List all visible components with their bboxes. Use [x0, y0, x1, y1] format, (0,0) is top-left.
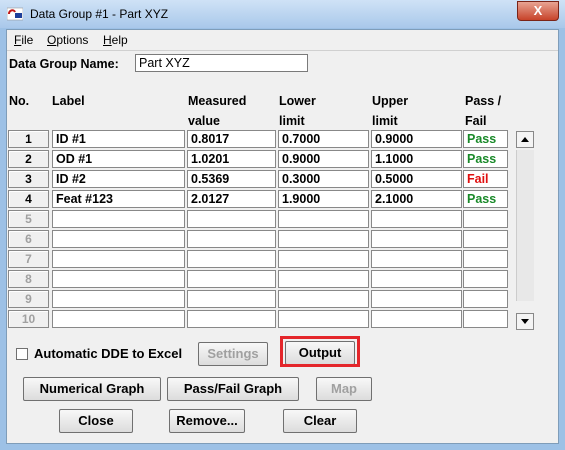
- window-title: Data Group #1 - Part XYZ: [30, 7, 169, 21]
- header-pass-fail: Pass / Fail: [465, 94, 502, 128]
- cell-measured[interactable]: [187, 270, 276, 288]
- header-upper: Upper limit: [372, 94, 409, 128]
- auto-dde-checkbox[interactable]: [16, 348, 28, 360]
- cell-lower[interactable]: [278, 270, 369, 288]
- row-number[interactable]: 8: [8, 270, 49, 288]
- cell-lower[interactable]: [278, 310, 369, 328]
- row-number[interactable]: 7: [8, 250, 49, 268]
- cell-pass-fail[interactable]: [463, 230, 508, 248]
- cell-measured[interactable]: 1.0201: [187, 150, 276, 168]
- scroll-down-button[interactable]: [516, 313, 534, 330]
- cell-upper[interactable]: [371, 310, 462, 328]
- row-number[interactable]: 2: [8, 150, 49, 168]
- cell-pass-fail[interactable]: [463, 290, 508, 308]
- cell-label[interactable]: Feat #123: [52, 190, 185, 208]
- row-number[interactable]: 5: [8, 210, 49, 228]
- cell-lower[interactable]: 0.3000: [278, 170, 369, 188]
- row-number[interactable]: 1: [8, 130, 49, 148]
- remove-button[interactable]: Remove...: [169, 409, 245, 433]
- pass-fail-graph-button[interactable]: Pass/Fail Graph: [167, 377, 299, 401]
- cell-measured[interactable]: [187, 210, 276, 228]
- cell-label[interactable]: [52, 250, 185, 268]
- menu-options[interactable]: Options: [47, 33, 88, 47]
- cell-pass-fail[interactable]: Fail: [463, 170, 508, 188]
- settings-button[interactable]: Settings: [198, 342, 268, 366]
- cell-measured[interactable]: [187, 310, 276, 328]
- dialog-client: File Options Help Data Group Name: Part …: [6, 29, 559, 444]
- menu-help[interactable]: Help: [103, 33, 128, 47]
- scroll-up-button[interactable]: [516, 131, 534, 148]
- window-close-button[interactable]: X: [517, 1, 559, 21]
- cell-upper[interactable]: [371, 270, 462, 288]
- cell-label[interactable]: ID #1: [52, 130, 185, 148]
- cell-label[interactable]: [52, 310, 185, 328]
- header-label: Label: [52, 94, 85, 108]
- cell-lower[interactable]: [278, 210, 369, 228]
- cell-label[interactable]: OD #1: [52, 150, 185, 168]
- close-button[interactable]: Close: [59, 409, 133, 433]
- numerical-graph-button[interactable]: Numerical Graph: [23, 377, 161, 401]
- cell-lower[interactable]: [278, 230, 369, 248]
- cell-pass-fail[interactable]: [463, 250, 508, 268]
- cell-measured[interactable]: 0.8017: [187, 130, 276, 148]
- data-group-name-input[interactable]: Part XYZ: [135, 54, 308, 72]
- cell-label[interactable]: [52, 230, 185, 248]
- cell-upper[interactable]: 0.5000: [371, 170, 462, 188]
- header-lower: Lower limit: [279, 94, 316, 128]
- cell-pass-fail[interactable]: [463, 310, 508, 328]
- row-number[interactable]: 9: [8, 290, 49, 308]
- scroll-track[interactable]: [516, 150, 534, 301]
- cell-pass-fail[interactable]: [463, 270, 508, 288]
- cell-label[interactable]: [52, 270, 185, 288]
- cell-measured[interactable]: [187, 250, 276, 268]
- cell-lower[interactable]: 1.9000: [278, 190, 369, 208]
- menu-file[interactable]: File: [14, 33, 33, 47]
- auto-dde-label: Automatic DDE to Excel: [34, 346, 183, 361]
- cell-lower[interactable]: [278, 250, 369, 268]
- cell-measured[interactable]: [187, 230, 276, 248]
- cell-pass-fail[interactable]: Pass: [463, 190, 508, 208]
- map-button[interactable]: Map: [316, 377, 372, 401]
- cell-lower[interactable]: [278, 290, 369, 308]
- header-measured: Measured value: [188, 94, 247, 128]
- app-logo-icon: [7, 7, 23, 21]
- app-window: Data Group #1 - Part XYZ X File Options …: [0, 0, 565, 450]
- cell-label[interactable]: ID #2: [52, 170, 185, 188]
- menu-bar: File Options Help: [7, 30, 558, 51]
- arrow-up-icon: [521, 137, 529, 142]
- cell-upper[interactable]: [371, 250, 462, 268]
- cell-label[interactable]: [52, 290, 185, 308]
- cell-upper[interactable]: [371, 290, 462, 308]
- cell-upper[interactable]: [371, 210, 462, 228]
- cell-lower[interactable]: 0.9000: [278, 150, 369, 168]
- row-number[interactable]: 4: [8, 190, 49, 208]
- arrow-down-icon: [521, 319, 529, 324]
- cell-upper[interactable]: 2.1000: [371, 190, 462, 208]
- clear-button[interactable]: Clear: [283, 409, 357, 433]
- row-number[interactable]: 10: [8, 310, 49, 328]
- row-number[interactable]: 6: [8, 230, 49, 248]
- output-highlight-box: [280, 336, 360, 367]
- cell-upper[interactable]: 0.9000: [371, 130, 462, 148]
- title-bar[interactable]: Data Group #1 - Part XYZ X: [0, 0, 565, 28]
- row-number[interactable]: 3: [8, 170, 49, 188]
- cell-upper[interactable]: 1.1000: [371, 150, 462, 168]
- cell-upper[interactable]: [371, 230, 462, 248]
- data-group-name-label: Data Group Name:: [9, 57, 119, 71]
- cell-measured[interactable]: 2.0127: [187, 190, 276, 208]
- cell-measured[interactable]: [187, 290, 276, 308]
- header-no: No.: [9, 94, 30, 108]
- cell-pass-fail[interactable]: Pass: [463, 130, 508, 148]
- cell-pass-fail[interactable]: [463, 210, 508, 228]
- cell-measured[interactable]: 0.5369: [187, 170, 276, 188]
- cell-label[interactable]: [52, 210, 185, 228]
- cell-pass-fail[interactable]: Pass: [463, 150, 508, 168]
- cell-lower[interactable]: 0.7000: [278, 130, 369, 148]
